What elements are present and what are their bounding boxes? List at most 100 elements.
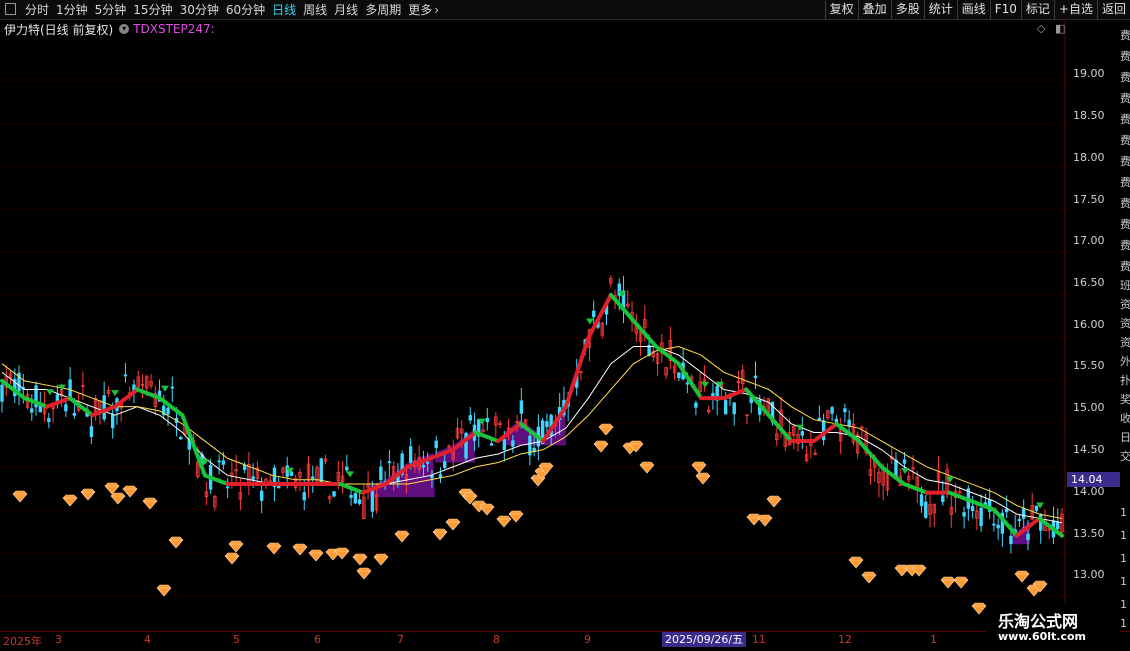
side-char: 费 [1120, 50, 1130, 63]
candle [281, 466, 285, 478]
tab-60min[interactable]: 60分钟 [226, 1, 265, 18]
diamond-shape [224, 552, 240, 565]
tab-1min[interactable]: 1分钟 [56, 1, 88, 18]
candle [115, 396, 119, 425]
tab-fenshi[interactable]: 分时 [25, 1, 49, 18]
candle [932, 503, 936, 527]
diamond-icon [224, 552, 240, 565]
tab-weekly[interactable]: 周线 [303, 1, 327, 18]
candle [4, 364, 8, 396]
add-watchlist-button[interactable]: +自选 [1053, 0, 1097, 19]
candle-body [102, 395, 106, 420]
side-char: 收 [1120, 412, 1130, 425]
diamond-shape [62, 494, 78, 507]
multi-stock-button[interactable]: 多股 [890, 0, 924, 19]
diamond-icon [12, 490, 28, 503]
diamond-icon [356, 567, 372, 580]
candle [30, 394, 34, 421]
diamond-shape [122, 485, 138, 498]
price-label: 17.50 [1073, 193, 1105, 206]
tab-daily[interactable]: 日线 [272, 1, 296, 18]
diamond-icon [953, 576, 969, 589]
candle [979, 494, 983, 532]
diamond-icon [110, 492, 126, 505]
candle [949, 495, 954, 528]
diamond-icon [122, 485, 138, 498]
down-arrow-icon [701, 381, 709, 388]
diamond-icon [971, 602, 987, 615]
step-line [0, 292, 1064, 538]
tab-monthly[interactable]: 月线 [334, 1, 358, 18]
diamond-shape [142, 497, 158, 510]
candle [242, 461, 247, 474]
price-label: 18.50 [1073, 109, 1105, 122]
draw-line-button[interactable]: 画线 [956, 0, 990, 19]
candle [119, 402, 123, 422]
side-char: 费 [1120, 218, 1130, 231]
candle [234, 454, 238, 487]
candle [494, 412, 498, 437]
candle-body [345, 466, 349, 471]
diamond-shape [508, 510, 524, 523]
candle-body [434, 440, 438, 449]
tab-30min[interactable]: 30分钟 [180, 1, 219, 18]
side-char: 费 [1120, 176, 1130, 189]
side-char: 1 [1120, 575, 1127, 588]
diamond-icon [104, 482, 120, 495]
candle-body [545, 421, 549, 428]
statistics-button[interactable]: 统计 [923, 0, 957, 19]
candle [621, 275, 626, 324]
diamond-shape [292, 543, 308, 556]
candle-body [800, 431, 805, 436]
candle-body [170, 386, 174, 389]
candle [677, 372, 681, 382]
diamond-shape [757, 514, 773, 527]
candle-body [357, 499, 362, 504]
candle-body [919, 494, 924, 507]
overlay-button[interactable]: 叠加 [857, 0, 891, 19]
candle-body [349, 494, 353, 498]
kline-chart[interactable] [0, 19, 1130, 631]
time-label: 7 [397, 633, 404, 646]
candle [1034, 505, 1039, 513]
time-label: 5 [233, 633, 240, 646]
diamond-shape [848, 556, 864, 569]
step-segment [879, 464, 907, 487]
diamond-shape [598, 423, 614, 436]
diamond-icon [757, 514, 773, 527]
tab-5min[interactable]: 5分钟 [95, 1, 127, 18]
restore-rights-button[interactable]: 复权 [824, 0, 858, 19]
candle-body [970, 506, 975, 512]
candle [928, 493, 932, 528]
window-menu-icon[interactable] [5, 3, 16, 15]
side-char: 日 [1120, 431, 1130, 444]
tab-more[interactable]: 更多 › [408, 1, 439, 18]
mark-button[interactable]: 标记 [1020, 0, 1054, 19]
candle [340, 461, 345, 494]
side-char: 1 [1120, 529, 1127, 542]
candle-body [221, 460, 226, 465]
candle-body [311, 476, 315, 480]
side-char: 费 [1120, 71, 1130, 84]
back-button[interactable]: 返回 [1096, 0, 1130, 19]
candle [766, 398, 770, 413]
candle-body [89, 426, 94, 437]
tab-multi-period[interactable]: 多周期 [365, 1, 401, 18]
diamond-icon [940, 576, 956, 589]
diamond-icon [445, 518, 461, 531]
step-segment [721, 387, 749, 401]
candle-body [166, 407, 170, 415]
candle-body [1056, 521, 1060, 530]
time-label: 4 [144, 633, 151, 646]
f10-button[interactable]: F10 [989, 0, 1021, 19]
candle-body [979, 507, 983, 527]
diamond-shape [911, 564, 927, 577]
diamond-icon [373, 553, 389, 566]
candle [745, 414, 749, 425]
candle [983, 493, 988, 505]
candle-body [753, 375, 758, 379]
candle-body [941, 495, 945, 503]
candle [936, 455, 941, 495]
tab-15min[interactable]: 15分钟 [133, 1, 172, 18]
candle [349, 488, 353, 506]
